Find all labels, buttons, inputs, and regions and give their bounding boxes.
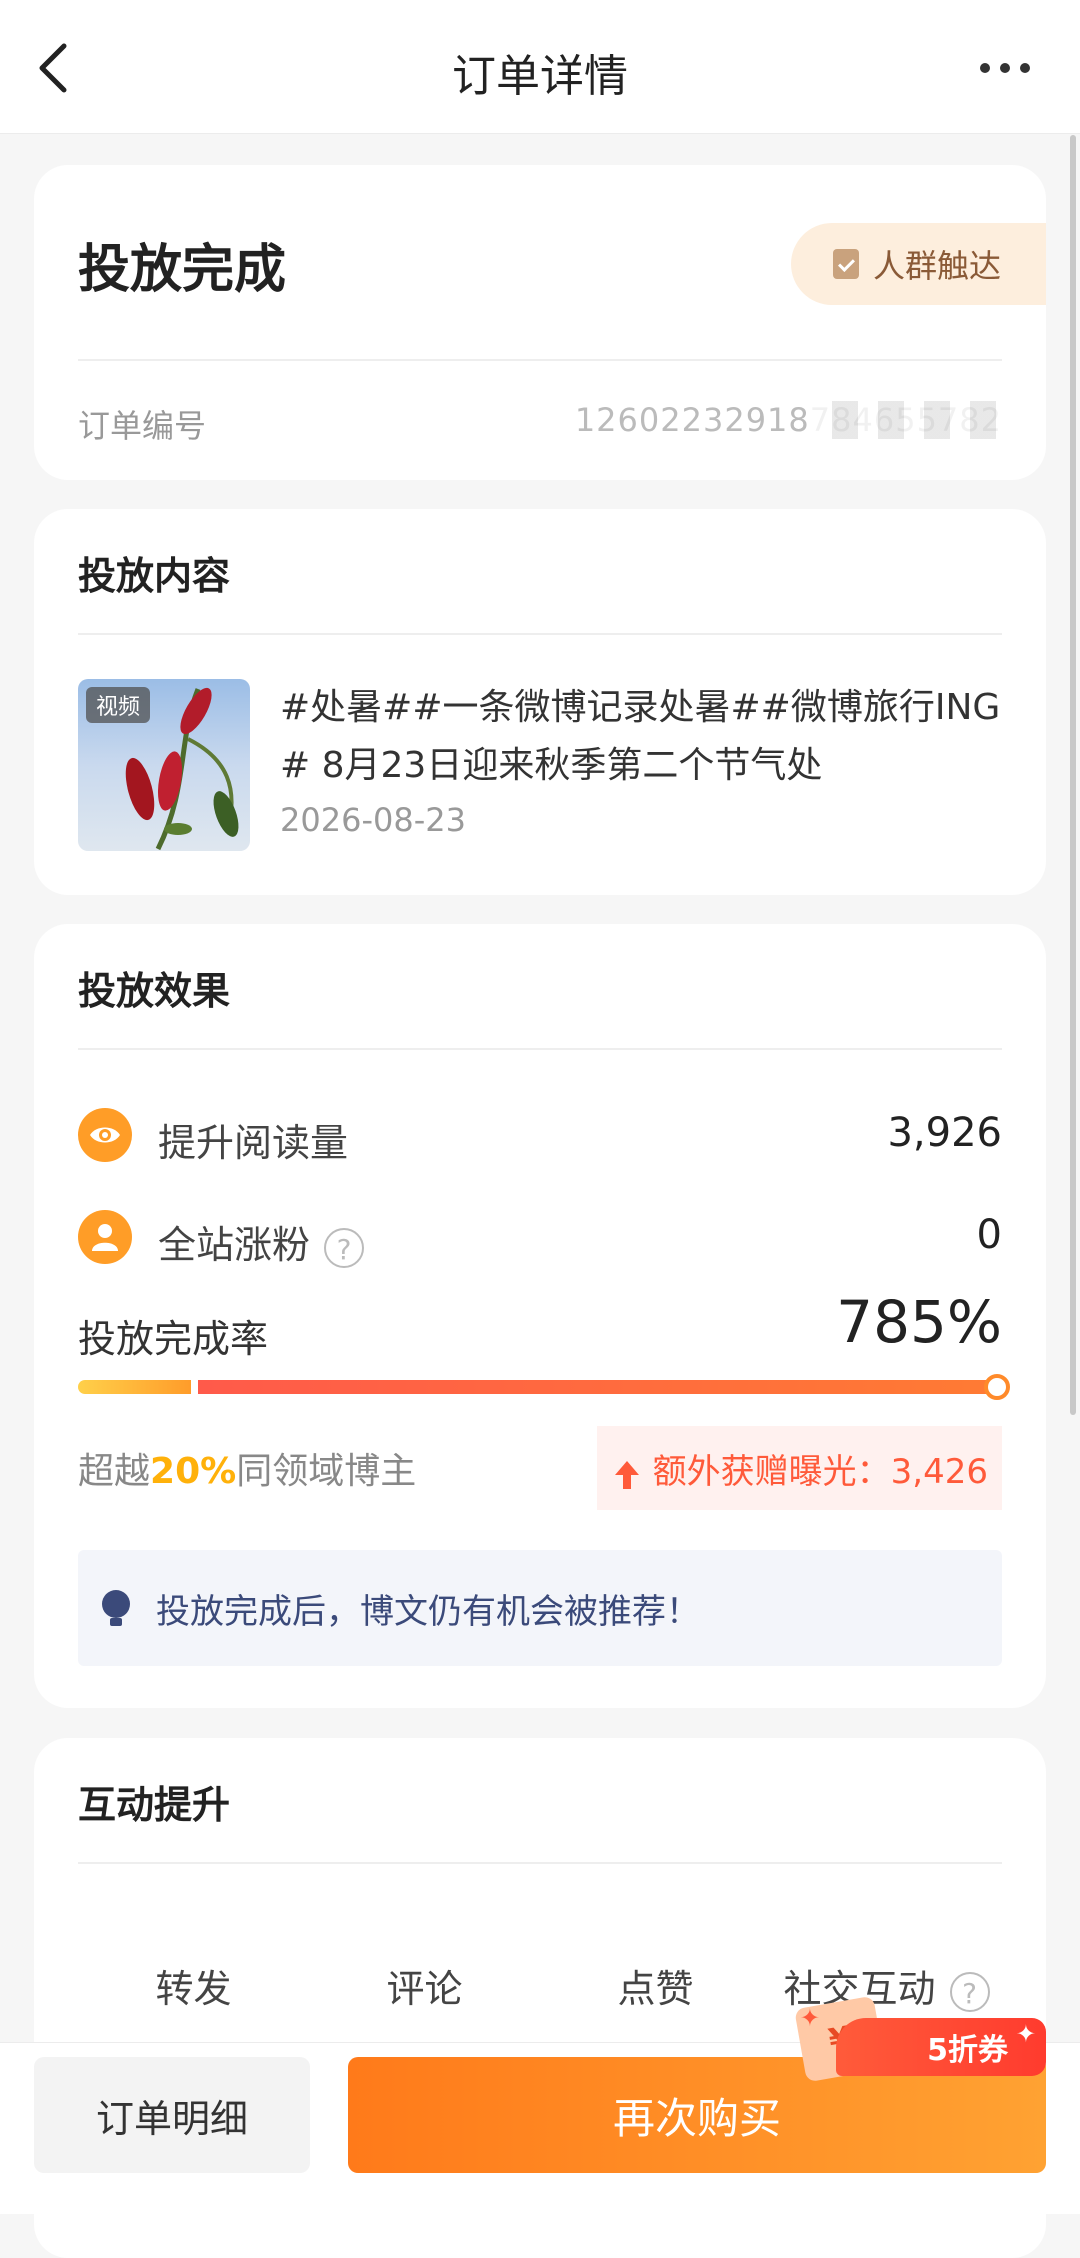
content-section-title: 投放内容 — [78, 554, 231, 598]
sparkle-icon: ✦ — [799, 2004, 820, 2032]
stat-repost: 转发 — [155, 1967, 232, 2011]
fans-growth-value: 0 — [976, 1212, 1002, 1258]
lightbulb-icon — [102, 1590, 130, 1626]
help-icon[interactable]: ? — [949, 1971, 990, 2012]
arrow-up-icon — [614, 1461, 639, 1489]
order-detail-button[interactable]: 订单明细 — [34, 2057, 310, 2173]
order-number-mask — [812, 401, 1002, 439]
content-card: 投放内容 视频 #处暑##一条微博记录处暑##微博旅行ING# 8月23日迎来秋… — [34, 509, 1046, 895]
eye-icon — [78, 1108, 132, 1162]
progress-segment-extra — [198, 1380, 1002, 1394]
order-status: 投放完成 — [78, 240, 287, 300]
audience-reach-label: 人群触达 — [873, 247, 1002, 285]
scrollbar[interactable] — [1070, 135, 1076, 1415]
divider — [78, 359, 1002, 361]
bonus-exposure-text: 额外获赠曝光：3,426 — [652, 1451, 988, 1492]
post-text[interactable]: #处暑##一条微博记录处暑##微博旅行ING# 8月23日迎来秋季第二个节气处 — [280, 679, 1004, 795]
completion-progress-bar — [78, 1374, 1010, 1400]
completion-rate-label: 投放完成率 — [78, 1317, 269, 1361]
post-date: 2026-08-23 — [280, 801, 466, 839]
divider — [78, 1048, 1002, 1050]
read-boost-row: 提升阅读量 3,926 — [78, 1104, 1002, 1165]
page-title: 订单详情 — [452, 51, 628, 102]
clipboard-check-icon — [833, 249, 859, 279]
divider — [78, 633, 1002, 635]
more-options-icon[interactable] — [980, 48, 1040, 88]
progress-end-dot — [984, 1374, 1010, 1400]
audience-reach-tag[interactable]: 人群触达 — [791, 223, 1046, 305]
divider — [78, 1862, 1002, 1864]
post-thumbnail[interactable]: 视频 — [78, 679, 250, 851]
stat-comment: 评论 — [386, 1967, 463, 2011]
fans-growth-row: 全站涨粉? 0 — [78, 1206, 1002, 1269]
effect-section-title: 投放效果 — [78, 969, 231, 1013]
exceed-percent: 20% — [150, 1451, 237, 1492]
effect-card: 投放效果 提升阅读量 3,926 全站涨粉? 0 投放完成率 785% 超越20… — [34, 924, 1046, 1708]
fans-growth-label-wrap: 全站涨粉? — [158, 1214, 365, 1269]
read-boost-value: 3,926 — [887, 1110, 1002, 1156]
exceed-prefix: 超越 — [78, 1451, 151, 1492]
user-icon — [78, 1210, 132, 1264]
recommend-tip-text: 投放完成后，博文仍有机会被推荐！ — [156, 1591, 700, 1632]
interaction-section-title: 互动提升 — [78, 1783, 231, 1827]
exceed-suffix: 同领域博主 — [236, 1451, 417, 1492]
top-nav-bar: 订单详情 — [0, 0, 1080, 134]
sparkle-icon: ✦ — [1015, 2020, 1036, 2048]
progress-segment-base — [78, 1380, 191, 1394]
order-number-label: 订单编号 — [78, 407, 207, 445]
order-status-card: 投放完成 人群触达 订单编号 12602232918784655782 — [34, 165, 1046, 480]
read-boost-label: 提升阅读量 — [158, 1121, 349, 1165]
coupon-label: 5折券 — [927, 2033, 1008, 2068]
coupon-badge[interactable]: 5折券 — [836, 2018, 1046, 2076]
video-badge: 视频 — [86, 687, 151, 723]
help-icon[interactable]: ? — [324, 1227, 365, 1268]
completion-rate-value: 785% — [836, 1288, 1002, 1356]
fans-growth-label: 全站涨粉 — [158, 1223, 311, 1267]
bonus-exposure-badge: 额外获赠曝光：3,426 — [596, 1426, 1002, 1510]
exceed-peers-text: 超越20%同领域博主 — [78, 1442, 416, 1494]
stat-like: 点赞 — [617, 1967, 694, 2011]
recommend-tip: 投放完成后，博文仍有机会被推荐！ — [78, 1550, 1002, 1666]
